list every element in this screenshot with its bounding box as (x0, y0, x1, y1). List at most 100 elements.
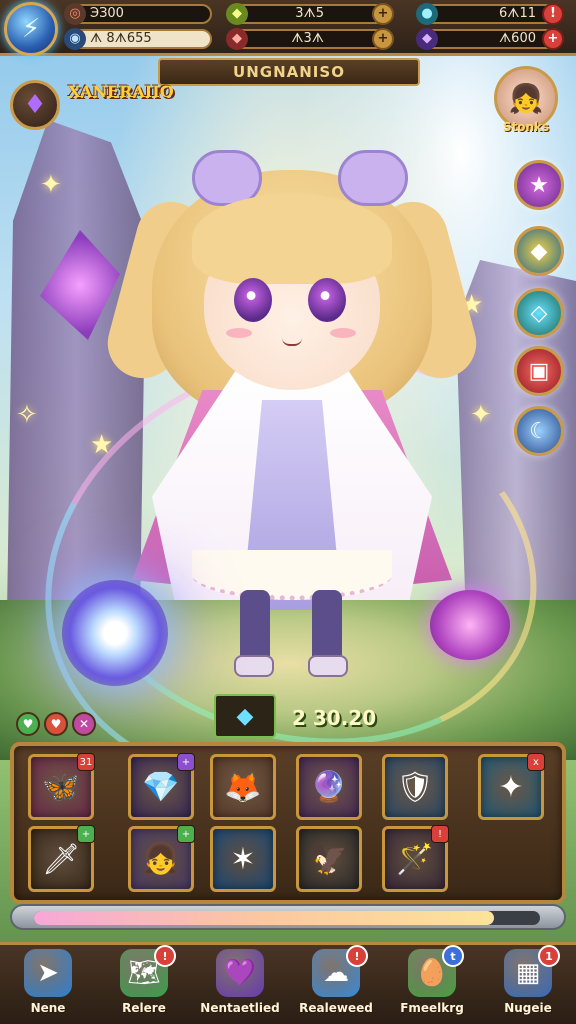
notification-badge: ! (154, 945, 176, 967)
hair-bangs (192, 194, 392, 284)
crystal-menu-button[interactable]: ♦ (10, 80, 60, 130)
notification-badge: ! (346, 945, 368, 967)
alert-button[interactable]: ! (542, 3, 564, 25)
player-emblem-icon[interactable]: ⚡ (4, 2, 58, 56)
red-chest-button[interactable]: ▣ (514, 346, 564, 396)
inventory-slot[interactable]: 🔮 (296, 754, 362, 820)
star-burst-icon: ✶ (230, 841, 256, 877)
ruby-icon: ◆ (226, 28, 248, 50)
nav-label: Nentaetlied (200, 1001, 280, 1015)
blue-gem-icon: ◆ (236, 703, 254, 729)
star-icon: ★ (529, 172, 549, 198)
inventory-slot[interactable]: 🦊 (210, 754, 276, 820)
nav-item-realeweed[interactable]: ☁ Realeweed! (288, 945, 384, 1024)
sparkle-icon: ✦ (40, 170, 62, 200)
progress-fill (34, 911, 495, 925)
green-heart-button[interactable]: ♥ (16, 712, 40, 736)
resource-amethyst[interactable]: ◆ ᗑ600 + (416, 28, 564, 50)
nav-item-nentaetlied[interactable]: 💜 Nentaetlied (192, 949, 288, 1024)
progress-track (34, 911, 540, 925)
resource-ruby[interactable]: ◆ ᗑ3ᗑ + (226, 28, 394, 50)
resource-value: 3ᗑ5 (295, 6, 324, 21)
moon-skill-button[interactable]: ☾ (514, 406, 564, 456)
inventory-slot[interactable]: ✶ (210, 826, 276, 892)
inventory-panel: 🦋 31 💎 + 🦊 🔮 🛡 ✦ x 🗡 + 👧 + ✶ 🦅 🪄! (10, 742, 566, 904)
resource-aqua[interactable]: ● 6ᗑ11 ! (416, 3, 564, 25)
notification-badge: t (442, 945, 464, 967)
hero-character[interactable] (99, 150, 485, 690)
hero-name: XANERAIIO (68, 82, 174, 101)
nav-item-nene[interactable]: ➤ Nene (0, 949, 96, 1024)
aqua-orb-icon: ● (416, 3, 438, 25)
inventory-slot[interactable]: 👧 + (128, 825, 195, 892)
star-skill-button[interactable]: ★ (514, 160, 564, 210)
inventory-slot[interactable]: 🛡 (382, 754, 448, 820)
bottom-navigation: ➤ Nene 🗺 Relere! 💜 Nentaetlied ☁ Realeweed! 🥚 Fme… (0, 942, 576, 1024)
blue-crystal-icon: 💎 (142, 769, 180, 805)
heart-icon: ♥ (22, 717, 34, 731)
teal-gem-icon: ◇ (530, 300, 548, 326)
purple-crystal-icon: 💜 (216, 949, 264, 997)
blush (226, 328, 252, 338)
red-heart-button[interactable]: ♥ (44, 712, 68, 736)
amethyst-icon: ◆ (416, 28, 438, 50)
resource-value: ᗑ 8ᗑ655 (90, 31, 152, 46)
hair-bow (338, 150, 408, 206)
slot-badge: 31 (77, 753, 95, 771)
energy-icon: ◎ (64, 3, 86, 25)
add-amethyst-button[interactable]: + (542, 28, 564, 50)
pink-cross-button[interactable]: ✕ (72, 712, 96, 736)
gold-shard-icon: ✦ (498, 769, 524, 805)
avatar: 👧 (508, 81, 544, 115)
boot (234, 655, 274, 677)
teal-gem-button[interactable]: ◇ (514, 288, 564, 338)
resource-silver[interactable]: ◉ ᗑ 8ᗑ655 (64, 28, 212, 50)
score-value: 2 30.20 (292, 706, 377, 730)
add-ruby-button[interactable]: + (372, 28, 394, 50)
gold-rune-icon: ◆ (530, 238, 548, 264)
eye (234, 278, 272, 322)
crescent-icon: ☾ (529, 418, 549, 444)
resource-energy[interactable]: ◎ ЭЗ00 (64, 3, 212, 25)
home-arrow-icon: ➤ (24, 949, 72, 997)
nav-item-nugeie[interactable]: ▦ Nugeie 1 (480, 945, 576, 1024)
add-gold-button[interactable]: + (372, 3, 394, 25)
resource-value: ᗑ3ᗑ (291, 31, 324, 46)
nav-label: Fmeelkrg (400, 1001, 464, 1015)
notification-badge: 1 (538, 945, 560, 967)
nav-item-fmeelkrg[interactable]: 🥚 Fmeelkrg t (384, 945, 480, 1024)
inventory-slot[interactable]: 💎 + (128, 753, 195, 820)
nav-item-relere[interactable]: 🗺 Relere! (96, 945, 192, 1024)
inventory-slot[interactable]: ✦ x (478, 753, 545, 820)
skirt-frill (192, 550, 392, 600)
blush (330, 328, 356, 338)
gold-rune-button[interactable]: ◆ (514, 226, 564, 276)
resource-value: ᗑ600 (498, 31, 536, 46)
inventory-slot[interactable]: 🗡 + (28, 825, 95, 892)
heart-icon: ♥ (50, 717, 62, 731)
score-gem-button[interactable]: ◆ (214, 694, 276, 738)
inventory-slot[interactable]: 🦅 (296, 826, 362, 892)
avatar-label: Stonks (502, 120, 550, 134)
title-banner: UNGNANISO (158, 58, 420, 86)
resource-value: 6ᗑ11 (498, 6, 536, 21)
magic-scroll-icon: 🔮 (310, 769, 348, 805)
nav-label: Nugeie (504, 1001, 552, 1015)
sparkle-icon: ✧ (16, 400, 38, 430)
eye (308, 278, 346, 322)
winged-helm-icon: 🦋 (42, 769, 80, 805)
anime-girl-portrait-icon: 👧 (142, 841, 180, 877)
magic-orb (62, 580, 168, 686)
inventory-slot[interactable]: 🪄! (382, 825, 449, 892)
silver-coin-icon: ◉ (64, 28, 86, 50)
slot-badge: + (177, 825, 195, 843)
slot-badge: x (527, 753, 545, 771)
nav-label: Realeweed (299, 1001, 373, 1015)
gold-gem-icon: ◆ (226, 3, 248, 25)
purple-crystal-icon: ♦ (23, 90, 47, 120)
inventory-slot[interactable]: 🦋 31 (28, 753, 95, 820)
silver-gauntlet-icon: 🛡 (395, 769, 435, 805)
nav-label: Relere (122, 1001, 166, 1015)
resource-value: ЭЗ00 (90, 6, 124, 21)
resource-gold[interactable]: ◆ 3ᗑ5 + (226, 3, 394, 25)
